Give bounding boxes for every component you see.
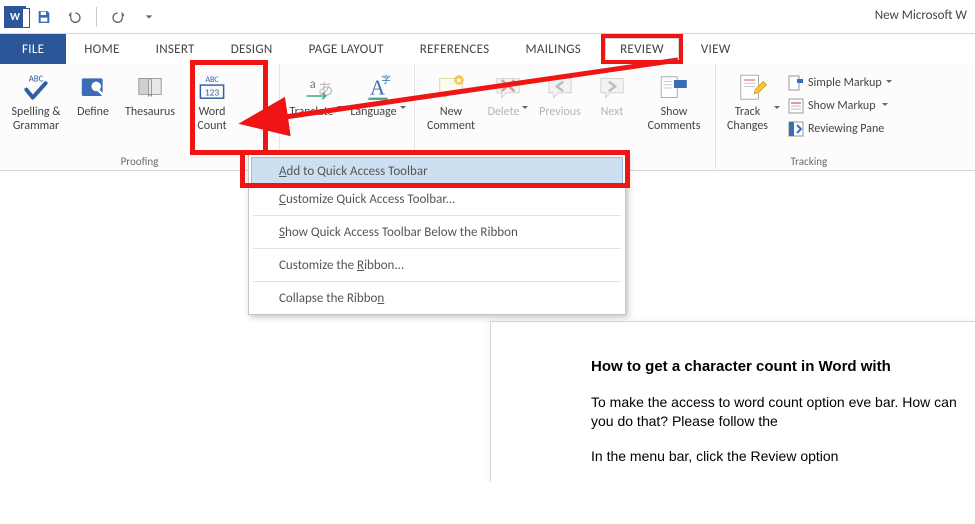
tab-insert[interactable]: INSERT bbox=[138, 34, 213, 64]
qat-customize-dropdown[interactable] bbox=[137, 5, 161, 29]
document-page[interactable]: How to get a character count in Word wit… bbox=[490, 321, 975, 482]
svg-text:ABC: ABC bbox=[29, 75, 44, 85]
reviewing-pane-dropdown[interactable]: Reviewing Pane bbox=[784, 118, 896, 140]
delete-comment-button[interactable]: Delete bbox=[483, 68, 533, 134]
qat-redo-button[interactable] bbox=[107, 5, 131, 29]
ribbon-tabs: FILE HOME INSERT DESIGN PAGE LAYOUT REFE… bbox=[0, 34, 975, 64]
next-comment-icon bbox=[596, 72, 628, 104]
define-button[interactable]: Define bbox=[68, 68, 118, 134]
track-changes-button[interactable]: Track Changes bbox=[722, 68, 782, 134]
svg-text:★: ★ bbox=[455, 76, 462, 86]
quick-access-toolbar bbox=[32, 5, 161, 29]
menu-customize-ribbon[interactable]: Customize the Ribbon... bbox=[251, 251, 623, 279]
context-menu: Add to Quick Access Toolbar Customize Qu… bbox=[248, 154, 626, 315]
tab-page-layout[interactable]: PAGE LAYOUT bbox=[291, 34, 402, 64]
new-comment-icon: ★ bbox=[435, 72, 467, 104]
markup-icon bbox=[788, 75, 804, 91]
group-tracking: Track Changes Simple Markup Show Markup … bbox=[716, 64, 902, 171]
svg-text:字: 字 bbox=[381, 74, 391, 86]
svg-text:123: 123 bbox=[205, 86, 220, 98]
new-comment-button[interactable]: ★ New Comment bbox=[421, 68, 481, 134]
next-comment-button[interactable]: Next bbox=[587, 68, 637, 134]
tab-file[interactable]: FILE bbox=[0, 34, 66, 64]
doc-paragraph-1: To make the access to word count option … bbox=[591, 393, 975, 431]
track-changes-icon bbox=[736, 72, 768, 104]
tab-home[interactable]: HOME bbox=[66, 34, 137, 64]
group-label-proofing: Proofing bbox=[6, 153, 273, 171]
language-a-icon: A字 bbox=[362, 72, 394, 104]
delete-comment-icon bbox=[492, 72, 524, 104]
show-markup-dropdown[interactable]: Show Markup bbox=[784, 95, 896, 117]
menu-separator bbox=[253, 248, 621, 249]
group-proofing: ABC Spelling & Grammar Define Thesaurus … bbox=[0, 64, 280, 171]
book-icon bbox=[134, 72, 166, 104]
reviewing-pane-icon bbox=[788, 121, 804, 137]
check-abc-icon: ABC bbox=[20, 72, 52, 104]
menu-separator bbox=[253, 281, 621, 282]
menu-show-qat-below[interactable]: Show Quick Access Toolbar Below the Ribb… bbox=[251, 218, 623, 246]
doc-heading: How to get a character count in Word wit… bbox=[591, 358, 975, 375]
menu-customize-qat[interactable]: Customize Quick Access Toolbar... bbox=[251, 185, 623, 213]
word-count-button[interactable]: ABC123 Word Count bbox=[182, 68, 242, 134]
tab-view[interactable]: VIEW bbox=[683, 34, 749, 64]
title-bar: W New Microsoft W bbox=[0, 0, 975, 34]
simple-markup-dropdown[interactable]: Simple Markup bbox=[784, 72, 896, 94]
window-title: New Microsoft W bbox=[875, 8, 967, 23]
menu-collapse-ribbon[interactable]: Collapse the Ribbon bbox=[251, 284, 623, 312]
spelling-grammar-button[interactable]: ABC Spelling & Grammar bbox=[6, 68, 66, 134]
previous-comment-button[interactable]: Previous bbox=[535, 68, 585, 134]
show-comments-icon bbox=[658, 72, 690, 104]
tab-references[interactable]: REFERENCES bbox=[402, 34, 508, 64]
translate-icon: aあ bbox=[300, 72, 332, 104]
word-count-icon: ABC123 bbox=[196, 72, 228, 104]
word-app-icon: W bbox=[4, 6, 26, 28]
doc-paragraph-2: In the menu bar, click the Review option bbox=[591, 447, 975, 466]
menu-add-to-qat[interactable]: Add to Quick Access Toolbar bbox=[251, 157, 623, 185]
qat-undo-button[interactable] bbox=[62, 5, 86, 29]
show-comments-button[interactable]: Show Comments bbox=[639, 68, 709, 134]
tab-mailings[interactable]: MAILINGS bbox=[507, 34, 599, 64]
thesaurus-button[interactable]: Thesaurus bbox=[120, 68, 180, 134]
prev-comment-icon bbox=[544, 72, 576, 104]
svg-text:ABC: ABC bbox=[205, 75, 219, 85]
qat-divider bbox=[96, 7, 97, 27]
menu-separator bbox=[253, 215, 621, 216]
group-label-tracking: Tracking bbox=[722, 153, 896, 171]
language-button[interactable]: A字 Language bbox=[348, 68, 408, 134]
tab-review[interactable]: REVIEW bbox=[601, 34, 683, 64]
qat-save-button[interactable] bbox=[32, 5, 56, 29]
magnifier-book-icon bbox=[77, 72, 109, 104]
svg-text:a: a bbox=[310, 77, 316, 92]
translate-button[interactable]: aあ Translate bbox=[286, 68, 346, 134]
show-markup-icon bbox=[788, 98, 804, 114]
tab-design[interactable]: DESIGN bbox=[213, 34, 291, 64]
